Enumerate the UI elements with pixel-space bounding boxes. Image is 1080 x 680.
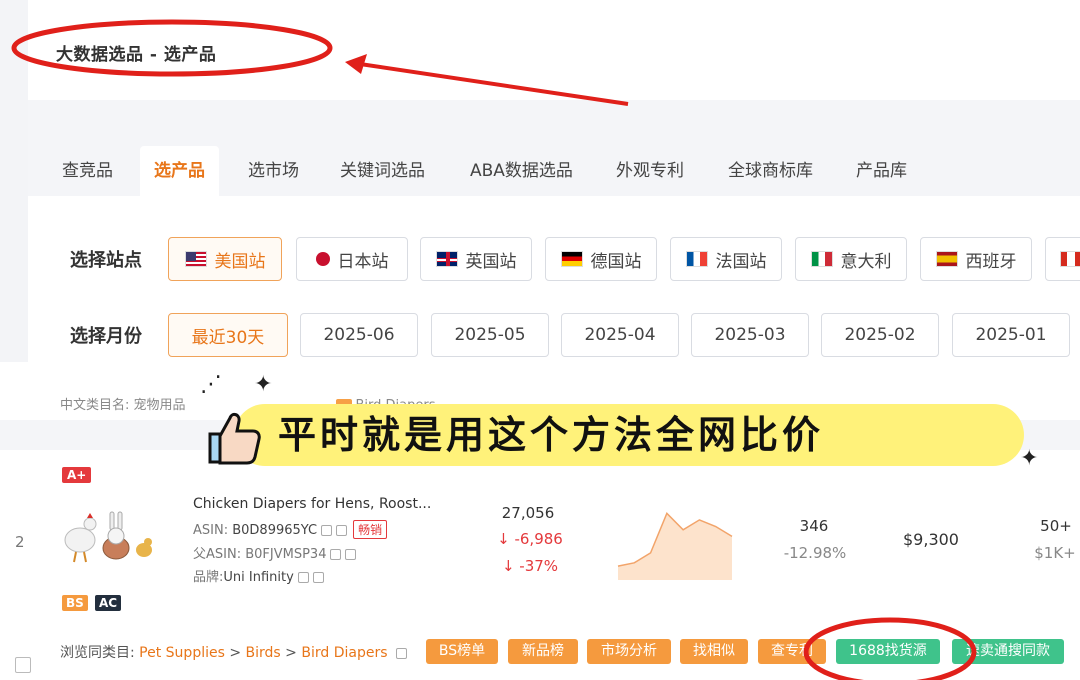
left-strip	[0, 0, 28, 362]
month-chip-2025-02[interactable]: 2025-02	[821, 313, 939, 357]
market-analysis-button[interactable]: 市场分析	[587, 639, 671, 664]
tab-design-patent[interactable]: 外观专利	[602, 146, 698, 196]
row-checkbox[interactable]	[15, 657, 31, 673]
tab-trademark[interactable]: 全球商标库	[714, 146, 827, 196]
brand-line: 品牌:Uni Infinity	[193, 566, 324, 585]
month-chip-2025-04[interactable]: 2025-04	[561, 313, 679, 357]
grade-badge: A+	[62, 467, 92, 483]
parent-asin-value[interactable]: B0FJVMSP34	[245, 547, 326, 562]
thumbs-up-icon	[208, 412, 261, 465]
category-link-pet-supplies[interactable]: Pet Supplies	[139, 645, 225, 661]
copy-icon[interactable]	[330, 549, 342, 560]
sparkline-area	[618, 513, 732, 580]
category-link-bird-diapers[interactable]: Bird Diapers	[301, 645, 387, 661]
sellers-sub: $1K+	[1034, 544, 1076, 562]
sales-change-pct: ↓ -37%	[501, 557, 559, 575]
find-similar-button[interactable]: 找相似	[680, 639, 748, 664]
overlay-caption-banner: 平时就是用这个方法全网比价	[234, 404, 1024, 466]
reviews-change: -12.98%	[783, 544, 847, 562]
month-chip-2025-06[interactable]: 2025-06	[300, 313, 418, 357]
tab-keyword[interactable]: 关键词选品	[326, 146, 439, 196]
external-link-icon[interactable]	[345, 549, 357, 560]
tab-product-library[interactable]: 产品库	[842, 146, 921, 196]
external-link-icon[interactable]	[395, 647, 407, 659]
header-band	[28, 100, 1080, 142]
sales-trend-sparkline	[617, 511, 733, 580]
copy-icon[interactable]	[321, 525, 333, 536]
sales-value: 27,056	[501, 504, 555, 522]
row-index: 2	[15, 533, 25, 551]
site-chip-us[interactable]: 美国站	[168, 237, 282, 281]
ac-tag: AC	[95, 595, 122, 611]
site-chip-ca[interactable]	[1045, 237, 1080, 281]
find-1688-source-button[interactable]: 1688找货源	[836, 639, 940, 664]
aliexpress-search-button[interactable]: 速卖通搜同款	[952, 639, 1064, 664]
ca-flag-icon	[1060, 251, 1080, 267]
us-flag-icon	[184, 251, 207, 267]
sales-change: ↓ -6,986	[497, 530, 563, 548]
copy-icon[interactable]	[297, 572, 309, 583]
tab-competitors[interactable]: 查竞品	[48, 146, 127, 196]
external-link-icon[interactable]	[312, 572, 324, 583]
page-title: 大数据选品 - 选产品	[56, 45, 217, 65]
es-flag-icon	[935, 251, 958, 267]
asin-value[interactable]: B0D89965YC	[232, 523, 317, 538]
site-chip-fr[interactable]: 法国站	[670, 237, 782, 281]
tab-select-product[interactable]: 选产品	[140, 146, 219, 196]
category-link-birds[interactable]: Birds	[246, 645, 281, 661]
fr-flag-icon	[685, 251, 708, 267]
uk-flag-icon	[435, 251, 458, 267]
jp-flag-icon	[315, 252, 330, 266]
de-flag-icon	[560, 251, 583, 267]
external-link-icon[interactable]	[336, 525, 348, 536]
tab-bar: 查竞品 选产品 选市场 关键词选品 ABA数据选品 外观专利 全球商标库 产品库	[28, 142, 1080, 196]
new-list-button[interactable]: 新品榜	[508, 639, 578, 664]
sparkle-icon: ✦	[254, 372, 273, 397]
product-image[interactable]	[58, 504, 158, 566]
bs-tag: BS	[62, 595, 88, 611]
site-chip-de[interactable]: 德国站	[545, 237, 657, 281]
browse-category-row: 浏览同类目: Pet Supplies > Birds > Bird Diape…	[60, 642, 407, 662]
site-filter-label: 选择站点	[70, 250, 142, 271]
site-chip-jp[interactable]: 日本站	[296, 237, 408, 281]
bestseller-badge: 畅销	[353, 520, 388, 539]
site-chip-it[interactable]: 意大利	[795, 237, 907, 281]
month-chip-2025-03[interactable]: 2025-03	[691, 313, 809, 357]
sellers-value: 50+	[1040, 517, 1072, 535]
tab-select-market[interactable]: 选市场	[234, 146, 313, 196]
site-chip-es[interactable]: 西班牙	[920, 237, 1032, 281]
brand-value[interactable]: Uni Infinity	[223, 570, 293, 585]
check-patent-button[interactable]: 查专利	[758, 639, 826, 664]
month-filter-label: 选择月份	[70, 326, 142, 347]
product-title[interactable]: Chicken Diapers for Hens, Roost...	[193, 496, 431, 512]
sparkle-icon: ✦	[1020, 446, 1039, 471]
month-chip-2025-01[interactable]: 2025-01	[952, 313, 1070, 357]
parent-asin-line: 父ASIN: B0FJVMSP34	[193, 543, 357, 562]
bs-list-button[interactable]: BS榜单	[426, 639, 498, 664]
month-chip-last30[interactable]: 最近30天	[168, 313, 288, 357]
reviews-value: 346	[799, 517, 829, 535]
asin-line: ASIN: B0D89965YC 畅销	[193, 520, 388, 539]
tab-aba[interactable]: ABA数据选品	[456, 146, 587, 196]
sparkle-icon: ⋰	[200, 372, 222, 397]
site-chip-uk[interactable]: 英国站	[420, 237, 532, 281]
revenue-value: $9,300	[903, 530, 959, 549]
month-chip-2025-05[interactable]: 2025-05	[431, 313, 549, 357]
it-flag-icon	[810, 251, 833, 267]
